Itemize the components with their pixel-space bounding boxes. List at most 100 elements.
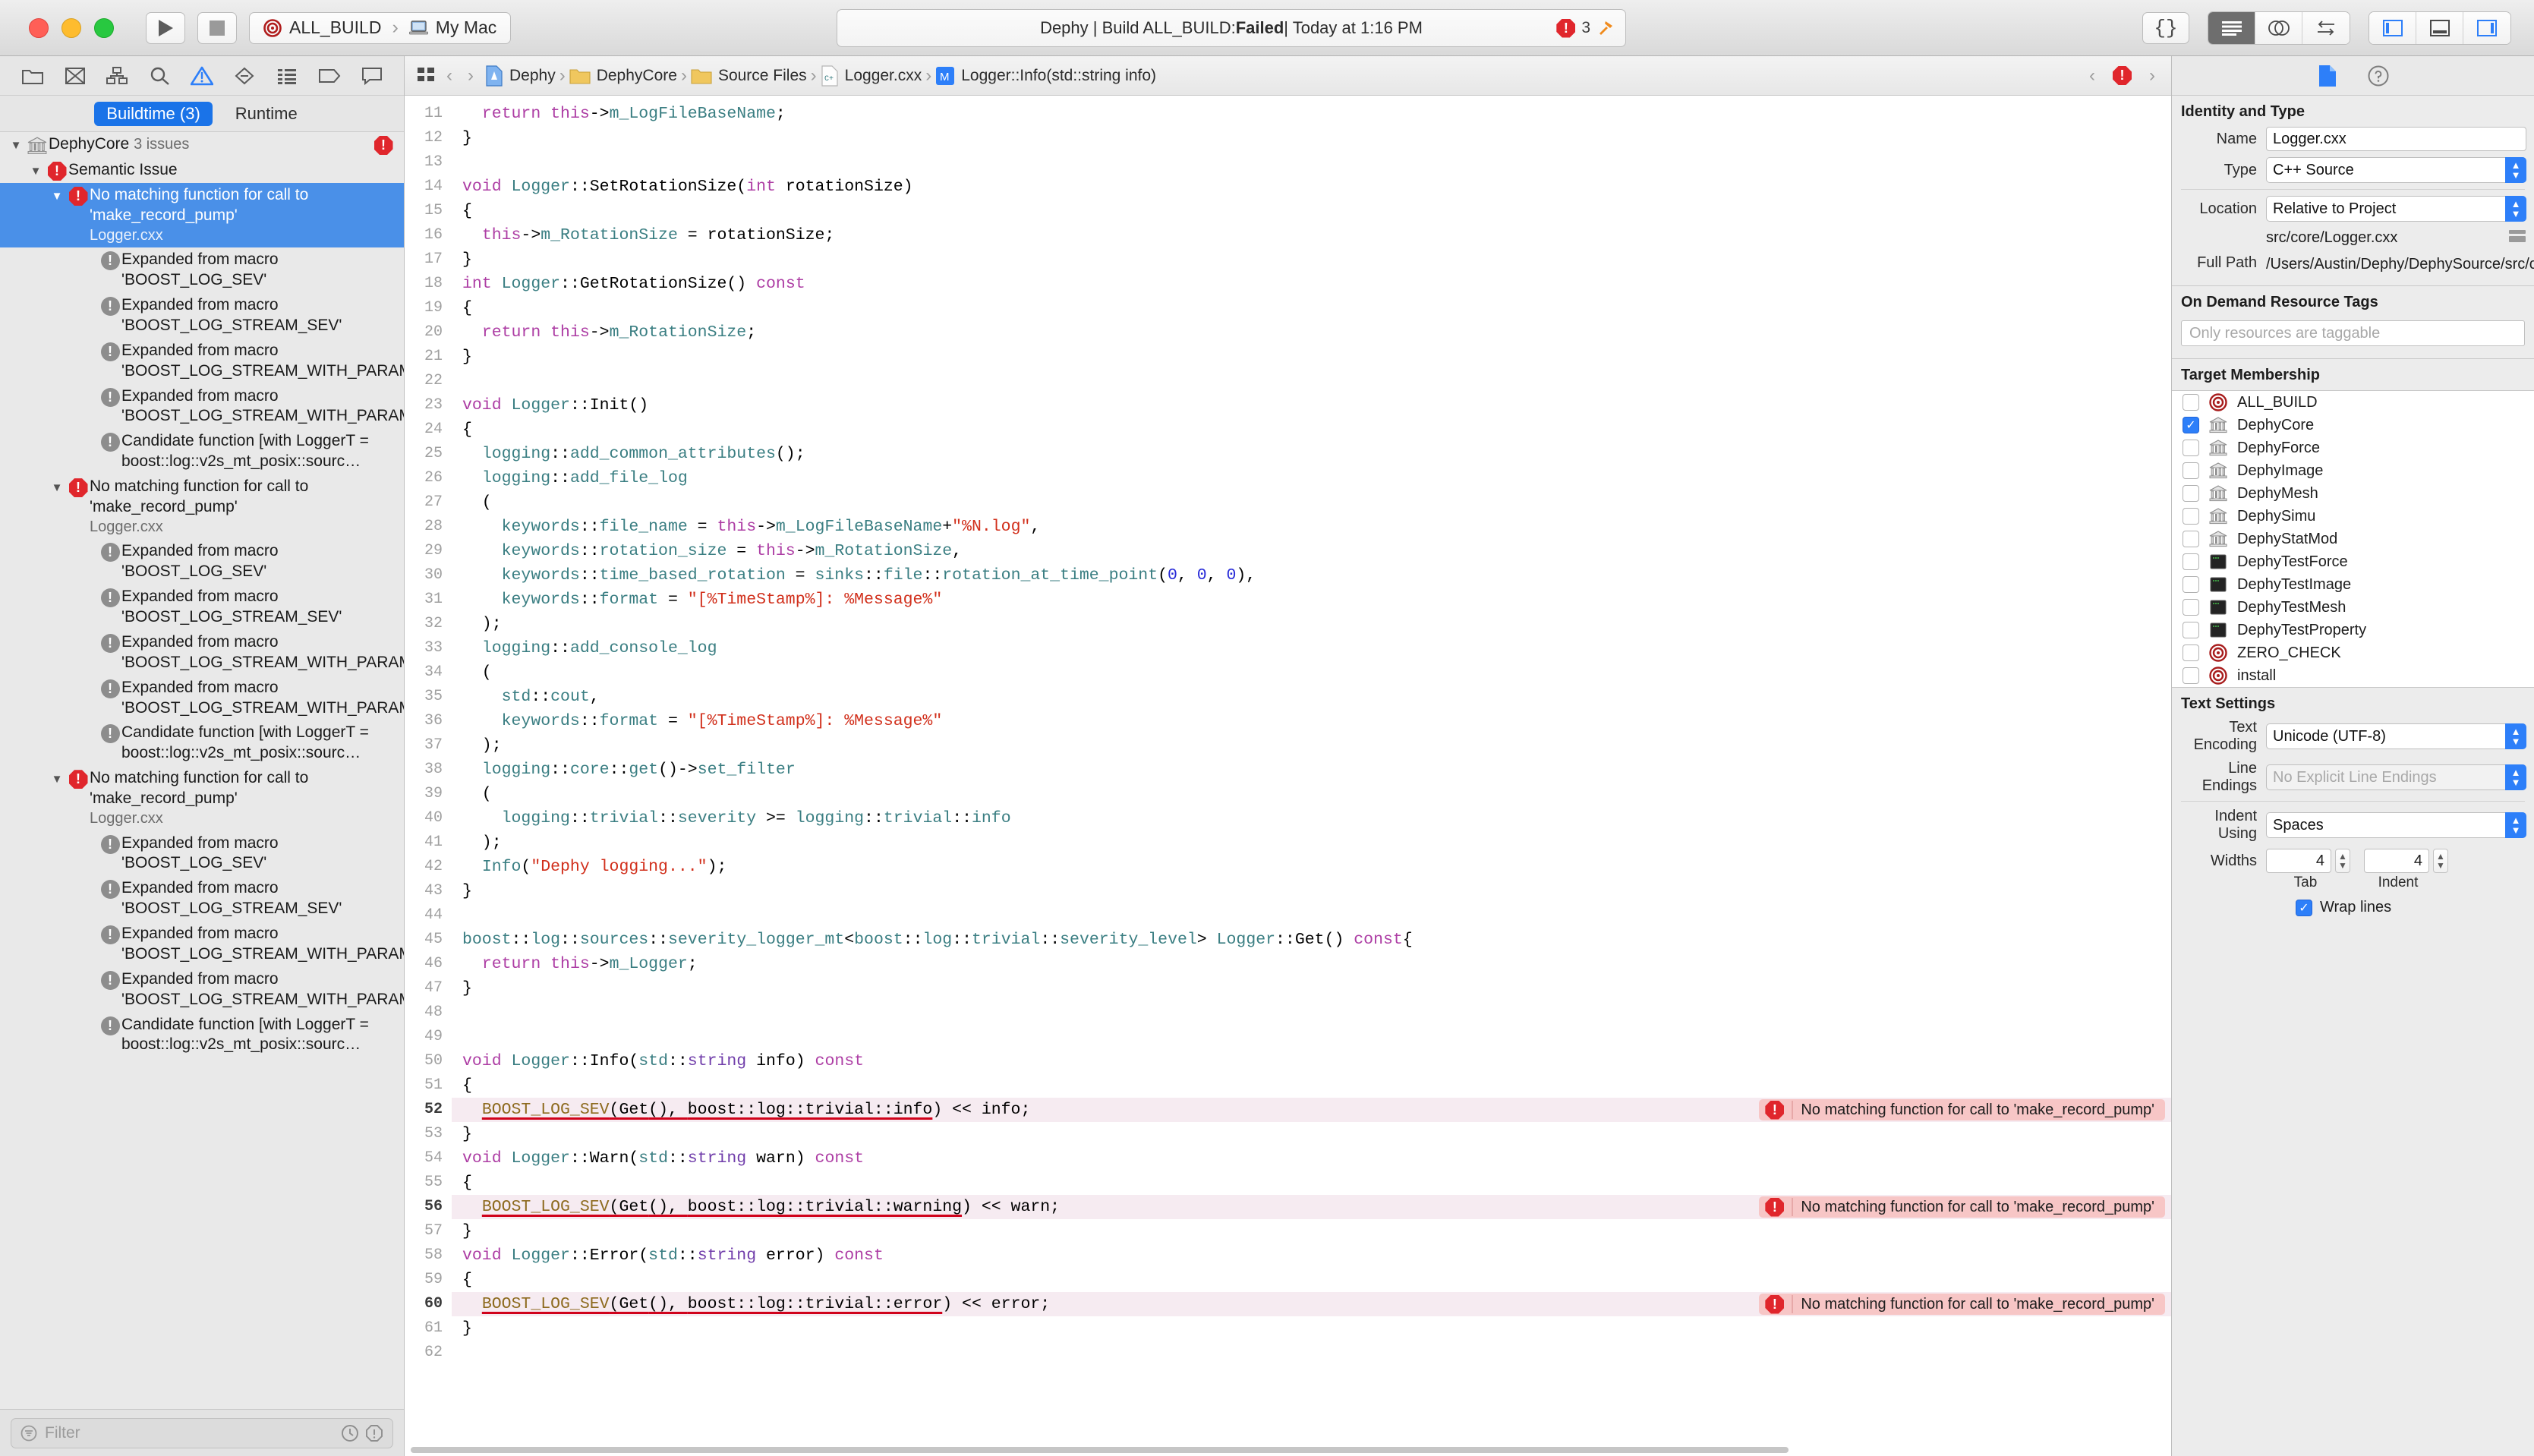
code-line[interactable]: logging::add_console_log (452, 636, 2171, 660)
buildtime-tab[interactable]: Buildtime (3) (94, 101, 213, 126)
issue-note-row[interactable]: ! Expanded from macro 'BOOST_LOG_STREAM_S… (0, 876, 404, 922)
runtime-tab[interactable]: Runtime (223, 102, 310, 126)
disclosure-triangle[interactable]: ▼ (47, 768, 67, 786)
code-line-error[interactable]: BOOST_LOG_SEV(Get(), boost::log::trivial… (452, 1195, 2171, 1219)
code-line[interactable]: void Logger::Init() (452, 393, 2171, 418)
disclosure-triangle[interactable] (79, 969, 99, 973)
issue-note-row[interactable]: ! Candidate function [with LoggerT = boos… (0, 429, 404, 474)
issue-note-row[interactable]: ! Candidate function [with LoggerT = boos… (0, 1013, 404, 1058)
code-line[interactable]: ( (452, 782, 2171, 806)
code-line[interactable]: logging::add_common_attributes(); (452, 442, 2171, 466)
target-checkbox[interactable] (2183, 485, 2199, 502)
code-line[interactable]: { (452, 1073, 2171, 1098)
breadcrumb-item-5[interactable]: M Logger::Info(std::string info) (935, 66, 1156, 86)
disclosure-triangle[interactable]: ▼ (26, 160, 46, 178)
breadcrumb-item-2[interactable]: DephyCore (569, 67, 677, 85)
quick-help-icon[interactable] (2368, 65, 2389, 87)
recent-issues-icon[interactable] (341, 1424, 359, 1442)
odr-tags-input[interactable]: Only resources are taggable (2181, 320, 2525, 346)
target-membership-row[interactable]: DephySimu (2172, 505, 2534, 528)
text-encoding-stepper-icon[interactable]: ▲ ▼ (2505, 723, 2526, 749)
disclosure-triangle[interactable]: ▼ (47, 185, 67, 203)
issue-note-row[interactable]: ! Expanded from macro 'BOOST_LOG_SEV' (0, 247, 404, 293)
code-line[interactable]: ( (452, 490, 2171, 515)
code-line[interactable] (452, 903, 2171, 928)
target-membership-row[interactable]: DephyStatMod (2172, 528, 2534, 550)
code-line[interactable]: } (452, 1316, 2171, 1341)
disclosure-triangle[interactable] (79, 431, 99, 435)
target-checkbox[interactable] (2183, 599, 2199, 616)
target-checkbox[interactable] (2183, 440, 2199, 456)
disclosure-triangle[interactable] (79, 250, 99, 254)
code-line[interactable]: this->m_RotationSize = rotationSize; (452, 223, 2171, 247)
target-checkbox[interactable] (2183, 462, 2199, 479)
zoom-button[interactable] (94, 17, 114, 38)
breadcrumb-item-4[interactable]: C+ Logger.cxx (821, 65, 922, 87)
code-line[interactable]: { (452, 199, 2171, 223)
assistant-editor-button[interactable] (2255, 11, 2302, 44)
target-checkbox[interactable] (2183, 531, 2199, 547)
file-inspector-icon[interactable] (2318, 65, 2337, 87)
disclosure-triangle[interactable] (79, 541, 99, 545)
issue-note-row[interactable]: ! Expanded from macro 'BOOST_LOG_SEV' (0, 539, 404, 585)
issue-note-row[interactable]: ! Expanded from macro 'BOOST_LOG_STREAM_W… (0, 630, 404, 676)
code-line[interactable] (452, 1025, 2171, 1049)
close-button[interactable] (29, 17, 49, 38)
breadcrumb-item-3[interactable]: Source Files (691, 67, 807, 85)
target-membership-row[interactable]: DephyMesh (2172, 482, 2534, 505)
library-button[interactable]: {} (2142, 11, 2189, 44)
target-membership-row[interactable]: DephyTestImage (2172, 573, 2534, 596)
issue-row[interactable]: ▼! No matching function for call to 'make… (0, 183, 404, 248)
code-line[interactable]: keywords::format = "[%TimeStamp%]: %Mess… (452, 588, 2171, 612)
code-line[interactable]: } (452, 879, 2171, 903)
code-line[interactable]: void Logger::Info(std::string info) cons… (452, 1049, 2171, 1073)
name-field[interactable]: Logger.cxx (2266, 127, 2526, 151)
disclosure-triangle[interactable]: ▼ (6, 134, 26, 153)
code-line[interactable]: ( (452, 660, 2171, 685)
issue-row[interactable]: ▼! No matching function for call to 'make… (0, 766, 404, 830)
issue-note-row[interactable]: ! Expanded from macro 'BOOST_LOG_STREAM_S… (0, 293, 404, 339)
code-line[interactable]: } (452, 126, 2171, 150)
filter-input[interactable]: Filter (11, 1417, 393, 1448)
target-membership-row[interactable]: DephyImage (2172, 459, 2534, 482)
code-line[interactable]: void Logger::Warn(std::string warn) cons… (452, 1146, 2171, 1171)
target-membership-row[interactable]: install (2172, 664, 2534, 687)
code-line[interactable]: { (452, 1268, 2171, 1292)
target-membership-row[interactable]: ✓ DephyCore (2172, 414, 2534, 436)
target-membership-row[interactable]: DephyTestProperty (2172, 619, 2534, 641)
issue-note-row[interactable]: ! Expanded from macro 'BOOST_LOG_STREAM_W… (0, 967, 404, 1013)
target-membership-row[interactable]: DephyTestMesh (2172, 596, 2534, 619)
issue-note-row[interactable]: ! Expanded from macro 'BOOST_LOG_STREAM_W… (0, 922, 404, 967)
issue-list[interactable]: ▼ DephyCore 3 issues! ▼! Semantic Issue ▼! No… (0, 132, 404, 1409)
wrap-lines-checkbox[interactable]: ✓ (2296, 899, 2312, 916)
target-membership-row[interactable]: DephyTestForce (2172, 550, 2534, 573)
code-line[interactable]: logging::add_file_log (452, 466, 2171, 490)
issue-group-row[interactable]: ▼! Semantic Issue (0, 158, 404, 183)
code-line[interactable]: { (452, 296, 2171, 320)
inline-error-badge[interactable]: ! No matching function for call to 'make_… (1759, 1294, 2165, 1315)
forward-button[interactable]: › (468, 65, 474, 87)
target-checkbox[interactable] (2183, 644, 2199, 661)
source-editor[interactable]: 11 12 13 14 15 16 17 18 19 20 21 22 23 24 25 26 27 28 29 30… (405, 96, 2171, 1456)
test-navigator-icon[interactable] (234, 66, 255, 86)
code-line[interactable]: int Logger::GetRotationSize() const (452, 272, 2171, 296)
text-encoding-popup[interactable]: Unicode (UTF-8) ▲ ▼ (2266, 723, 2526, 749)
code-line[interactable]: { (452, 1171, 2171, 1195)
inline-error-badge[interactable]: ! No matching function for call to 'make_… (1759, 1099, 2165, 1120)
disclosure-triangle[interactable] (79, 834, 99, 837)
code-line[interactable]: logging::core::get()->set_filter (452, 758, 2171, 782)
code-line[interactable]: } (452, 1122, 2171, 1146)
indent-using-popup[interactable]: Spaces ▲ ▼ (2266, 812, 2526, 838)
code-line-error[interactable]: BOOST_LOG_SEV(Get(), boost::log::trivial… (452, 1098, 2171, 1122)
disclosure-triangle[interactable] (79, 386, 99, 390)
code-line[interactable]: ); (452, 733, 2171, 758)
project-navigator-icon[interactable] (21, 66, 44, 86)
code-line[interactable]: ); (452, 830, 2171, 855)
target-checkbox[interactable] (2183, 576, 2199, 593)
related-items-icon[interactable] (417, 67, 435, 85)
type-stepper-icon[interactable]: ▲ ▼ (2505, 157, 2526, 183)
location-popup[interactable]: Relative to Project ▲ ▼ (2266, 196, 2526, 222)
code-line[interactable]: void Logger::SetRotationSize(int rotatio… (452, 175, 2171, 199)
target-membership-row[interactable]: DephyForce (2172, 436, 2534, 459)
code-text[interactable]: return this->m_LogFileBaseName;} void Lo… (452, 96, 2171, 1456)
